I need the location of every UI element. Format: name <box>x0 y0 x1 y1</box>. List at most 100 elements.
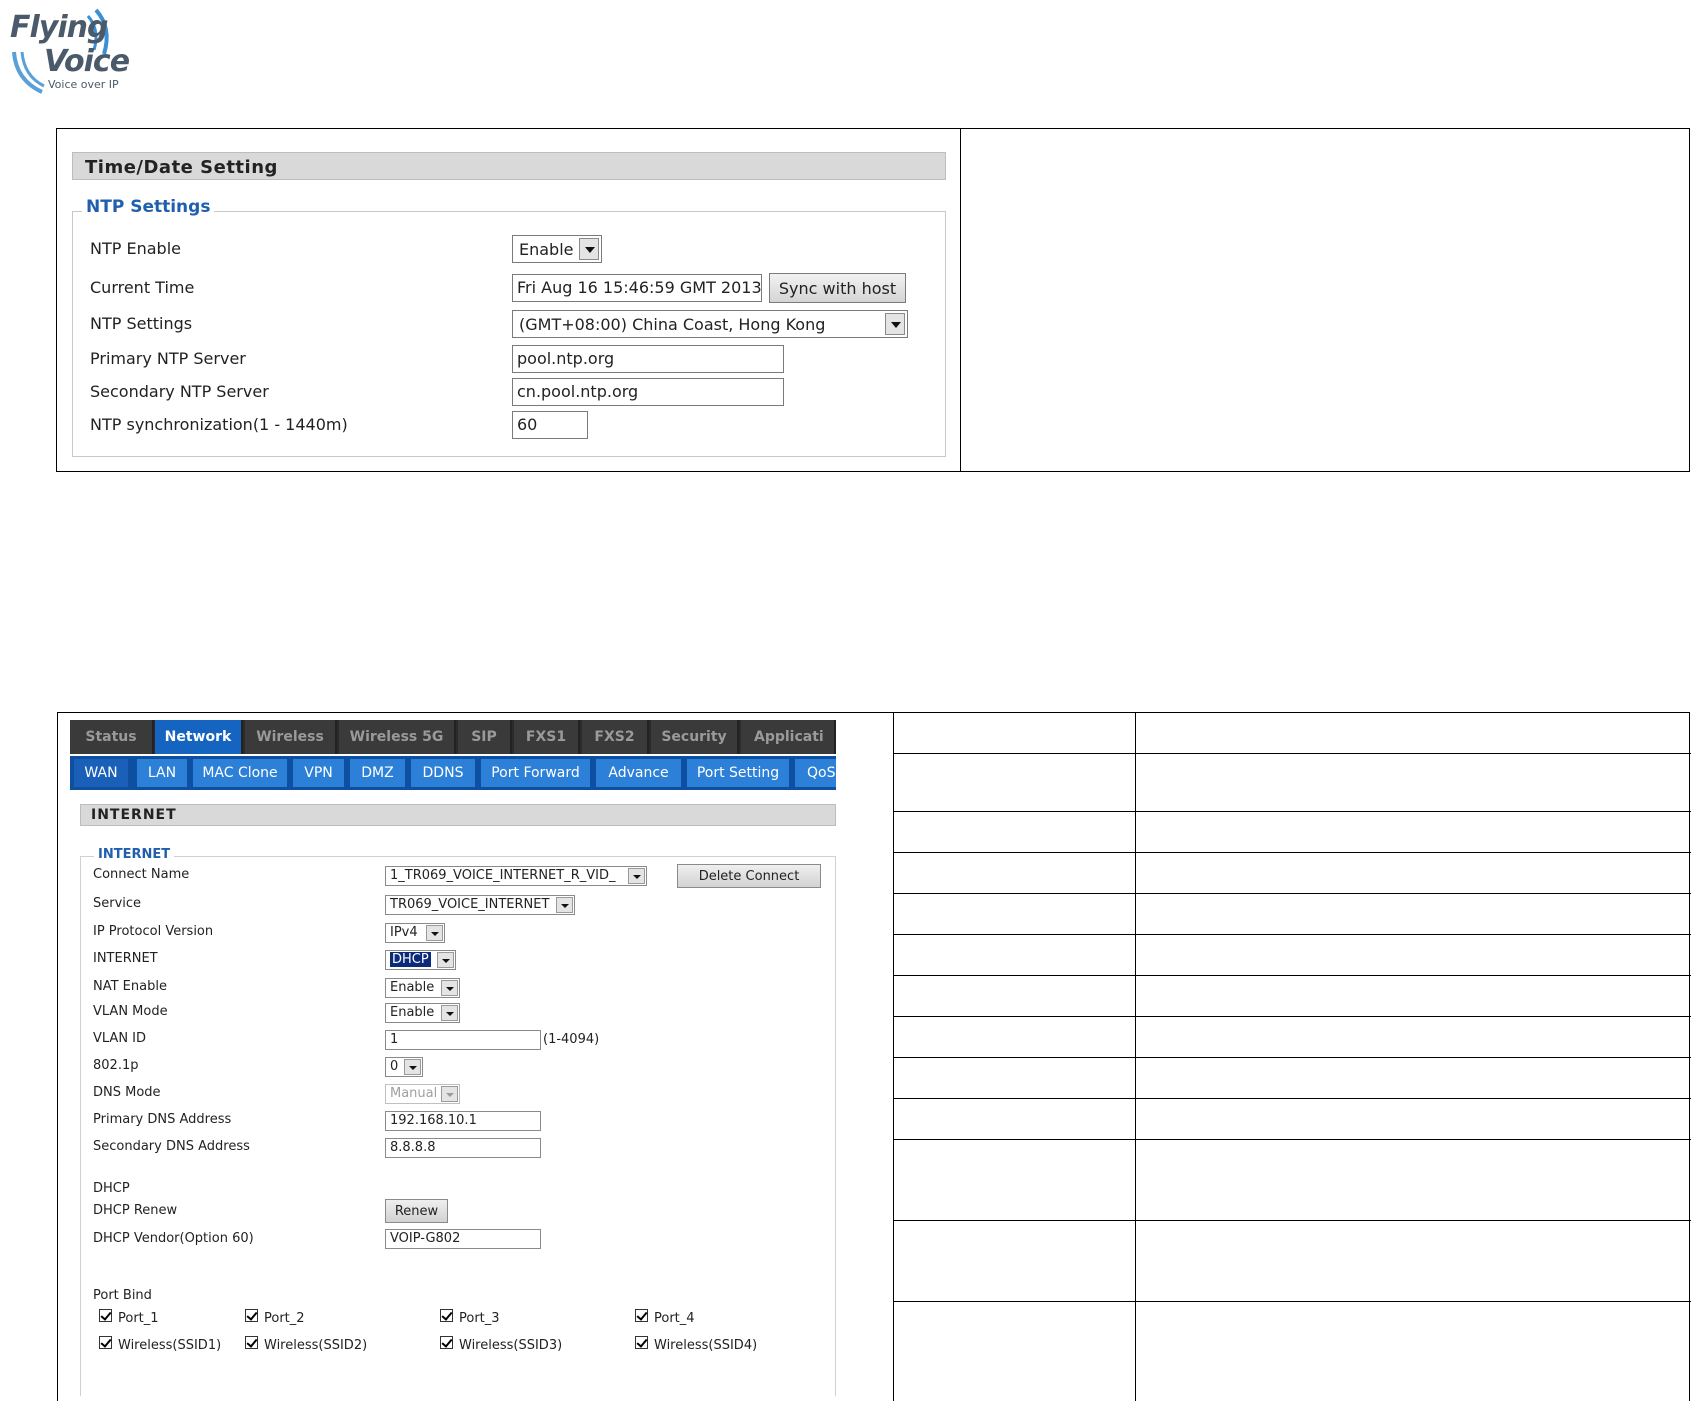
subtab-mac-clone[interactable]: MAC Clone <box>193 759 287 787</box>
subtab-dmz[interactable]: DMZ <box>350 759 405 787</box>
chevron-down-icon <box>885 313 905 335</box>
chevron-down-icon <box>404 1059 421 1075</box>
ssid4-label: Wireless(SSID4) <box>654 1338 758 1353</box>
table-row-line <box>894 1220 1691 1221</box>
table-row-line <box>894 893 1691 894</box>
vlan-id-field[interactable]: 1 <box>385 1030 541 1050</box>
chevron-down-icon <box>441 1005 458 1021</box>
dns-mode-label: DNS Mode <box>93 1085 161 1100</box>
tab-fxs1[interactable]: FXS1 <box>514 720 580 754</box>
current-time-field[interactable]: Fri Aug 16 15:46:59 GMT 2013 <box>512 274 762 302</box>
logo-tagline: Voice over IP <box>48 78 119 91</box>
chevron-down-icon <box>441 1086 458 1102</box>
vlan-id-label: VLAN ID <box>93 1031 147 1046</box>
chevron-down-icon <box>426 925 443 941</box>
vlan-mode-value: Enable <box>390 1005 435 1020</box>
subtab-wan[interactable]: WAN <box>74 759 128 787</box>
dhcp-label: DHCP <box>93 1181 130 1196</box>
ssid3-checkbox[interactable]: Wireless(SSID3) <box>440 1336 563 1353</box>
dhcp-renew-label: DHCP Renew <box>93 1203 178 1218</box>
subtab-vpn[interactable]: VPN <box>293 759 344 787</box>
connect-name-value: 1_TR069_VOICE_INTERNET_R_VID_ <box>390 868 616 883</box>
dhcp-vendor-label: DHCP Vendor(Option 60) <box>93 1231 254 1246</box>
ntp-sync-label: NTP synchronization(1 - 1440m) <box>90 415 348 434</box>
table-row-line <box>894 1057 1691 1058</box>
vlan-mode-label: VLAN Mode <box>93 1004 168 1019</box>
vlan-range-hint: (1-4094) <box>543 1032 600 1047</box>
chevron-down-icon <box>579 238 599 260</box>
internet-mode-label: INTERNET <box>93 951 158 966</box>
subtab-port-forward[interactable]: Port Forward <box>481 759 590 787</box>
logo-text-flying: Flying <box>10 10 108 45</box>
checkbox-checked-icon <box>245 1336 258 1349</box>
connect-name-select[interactable]: 1_TR069_VOICE_INTERNET_R_VID_ <box>385 866 647 886</box>
port-1-checkbox[interactable]: Port_1 <box>99 1309 159 1326</box>
port-4-checkbox[interactable]: Port_4 <box>635 1309 695 1326</box>
nat-enable-label: NAT Enable <box>93 979 167 994</box>
primary-dns-label: Primary DNS Address <box>93 1112 232 1127</box>
renew-button[interactable]: Renew <box>385 1199 448 1223</box>
8021p-select[interactable]: 0 <box>385 1057 423 1077</box>
subtab-port-setting[interactable]: Port Setting <box>687 759 789 787</box>
checkbox-checked-icon <box>635 1309 648 1322</box>
tab-sip[interactable]: SIP <box>458 720 512 754</box>
ntp-enable-label: NTP Enable <box>90 239 181 258</box>
service-value: TR069_VOICE_INTERNET <box>390 897 550 912</box>
port-3-checkbox[interactable]: Port_3 <box>440 1309 500 1326</box>
table-row-line <box>894 1139 1691 1140</box>
internet-mode-select[interactable]: DHCP <box>385 950 456 970</box>
wan-panel: Status Network Wireless Wireless 5G SIP … <box>57 712 1691 1401</box>
nat-enable-value: Enable <box>390 980 435 995</box>
subtab-qos[interactable]: QoS <box>795 759 836 787</box>
secondary-ntp-label: Secondary NTP Server <box>90 382 269 401</box>
primary-ntp-field[interactable]: pool.ntp.org <box>512 345 784 373</box>
ntp-enable-value: Enable <box>519 240 574 259</box>
port-2-checkbox[interactable]: Port_2 <box>245 1309 305 1326</box>
table-row-line <box>894 1098 1691 1099</box>
ntp-enable-select[interactable]: Enable <box>512 235 602 263</box>
service-select[interactable]: TR069_VOICE_INTERNET <box>385 895 575 915</box>
primary-ntp-label: Primary NTP Server <box>90 349 246 368</box>
tab-wireless[interactable]: Wireless <box>245 720 337 754</box>
delete-connect-button[interactable]: Delete Connect <box>677 864 821 888</box>
secondary-ntp-field[interactable]: cn.pool.ntp.org <box>512 378 784 406</box>
ip-protocol-label: IP Protocol Version <box>93 924 214 939</box>
tab-applications[interactable]: Applicati <box>741 720 836 754</box>
vlan-mode-select[interactable]: Enable <box>385 1003 460 1023</box>
ssid3-label: Wireless(SSID3) <box>459 1338 563 1353</box>
tab-network[interactable]: Network <box>155 720 243 754</box>
table-row-line <box>894 1301 1691 1302</box>
table-row-line <box>894 934 1691 935</box>
subtab-lan[interactable]: LAN <box>137 759 187 787</box>
sync-with-host-button[interactable]: Sync with host <box>769 273 906 303</box>
ssid4-checkbox[interactable]: Wireless(SSID4) <box>635 1336 758 1353</box>
section-title: Time/Date Setting <box>85 157 278 178</box>
port-4-label: Port_4 <box>654 1311 695 1326</box>
8021p-label: 802.1p <box>93 1058 139 1073</box>
table-row-line <box>894 811 1691 812</box>
chevron-down-icon <box>556 897 573 913</box>
tab-wireless-5g[interactable]: Wireless 5G <box>339 720 456 754</box>
time-date-panel: Time/Date Setting NTP Settings NTP Enabl… <box>56 128 1690 472</box>
tab-status[interactable]: Status <box>70 720 154 754</box>
ntp-sync-field[interactable]: 60 <box>512 411 588 439</box>
subtab-ddns[interactable]: DDNS <box>411 759 475 787</box>
flying-voice-logo: Flying Voice Voice over IP <box>8 6 130 94</box>
tab-fxs2[interactable]: FXS2 <box>582 720 649 754</box>
section-title-bar: Time/Date Setting <box>72 152 946 180</box>
primary-dns-field[interactable]: 192.168.10.1 <box>385 1111 541 1131</box>
subtab-advance[interactable]: Advance <box>596 759 681 787</box>
ssid2-checkbox[interactable]: Wireless(SSID2) <box>245 1336 368 1353</box>
ssid1-checkbox[interactable]: Wireless(SSID1) <box>99 1336 221 1353</box>
chevron-down-icon <box>628 868 645 884</box>
tab-security[interactable]: Security <box>651 720 739 754</box>
table-divider <box>960 129 961 471</box>
dhcp-vendor-field[interactable]: VOIP-G802 <box>385 1229 541 1249</box>
ip-protocol-select[interactable]: IPv4 <box>385 923 445 943</box>
ssid2-label: Wireless(SSID2) <box>264 1338 368 1353</box>
service-label: Service <box>93 896 142 911</box>
current-time-label: Current Time <box>90 278 195 297</box>
timezone-select[interactable]: (GMT+08:00) China Coast, Hong Kong <box>512 310 908 338</box>
nat-enable-select[interactable]: Enable <box>385 978 460 998</box>
secondary-dns-field[interactable]: 8.8.8.8 <box>385 1138 541 1158</box>
